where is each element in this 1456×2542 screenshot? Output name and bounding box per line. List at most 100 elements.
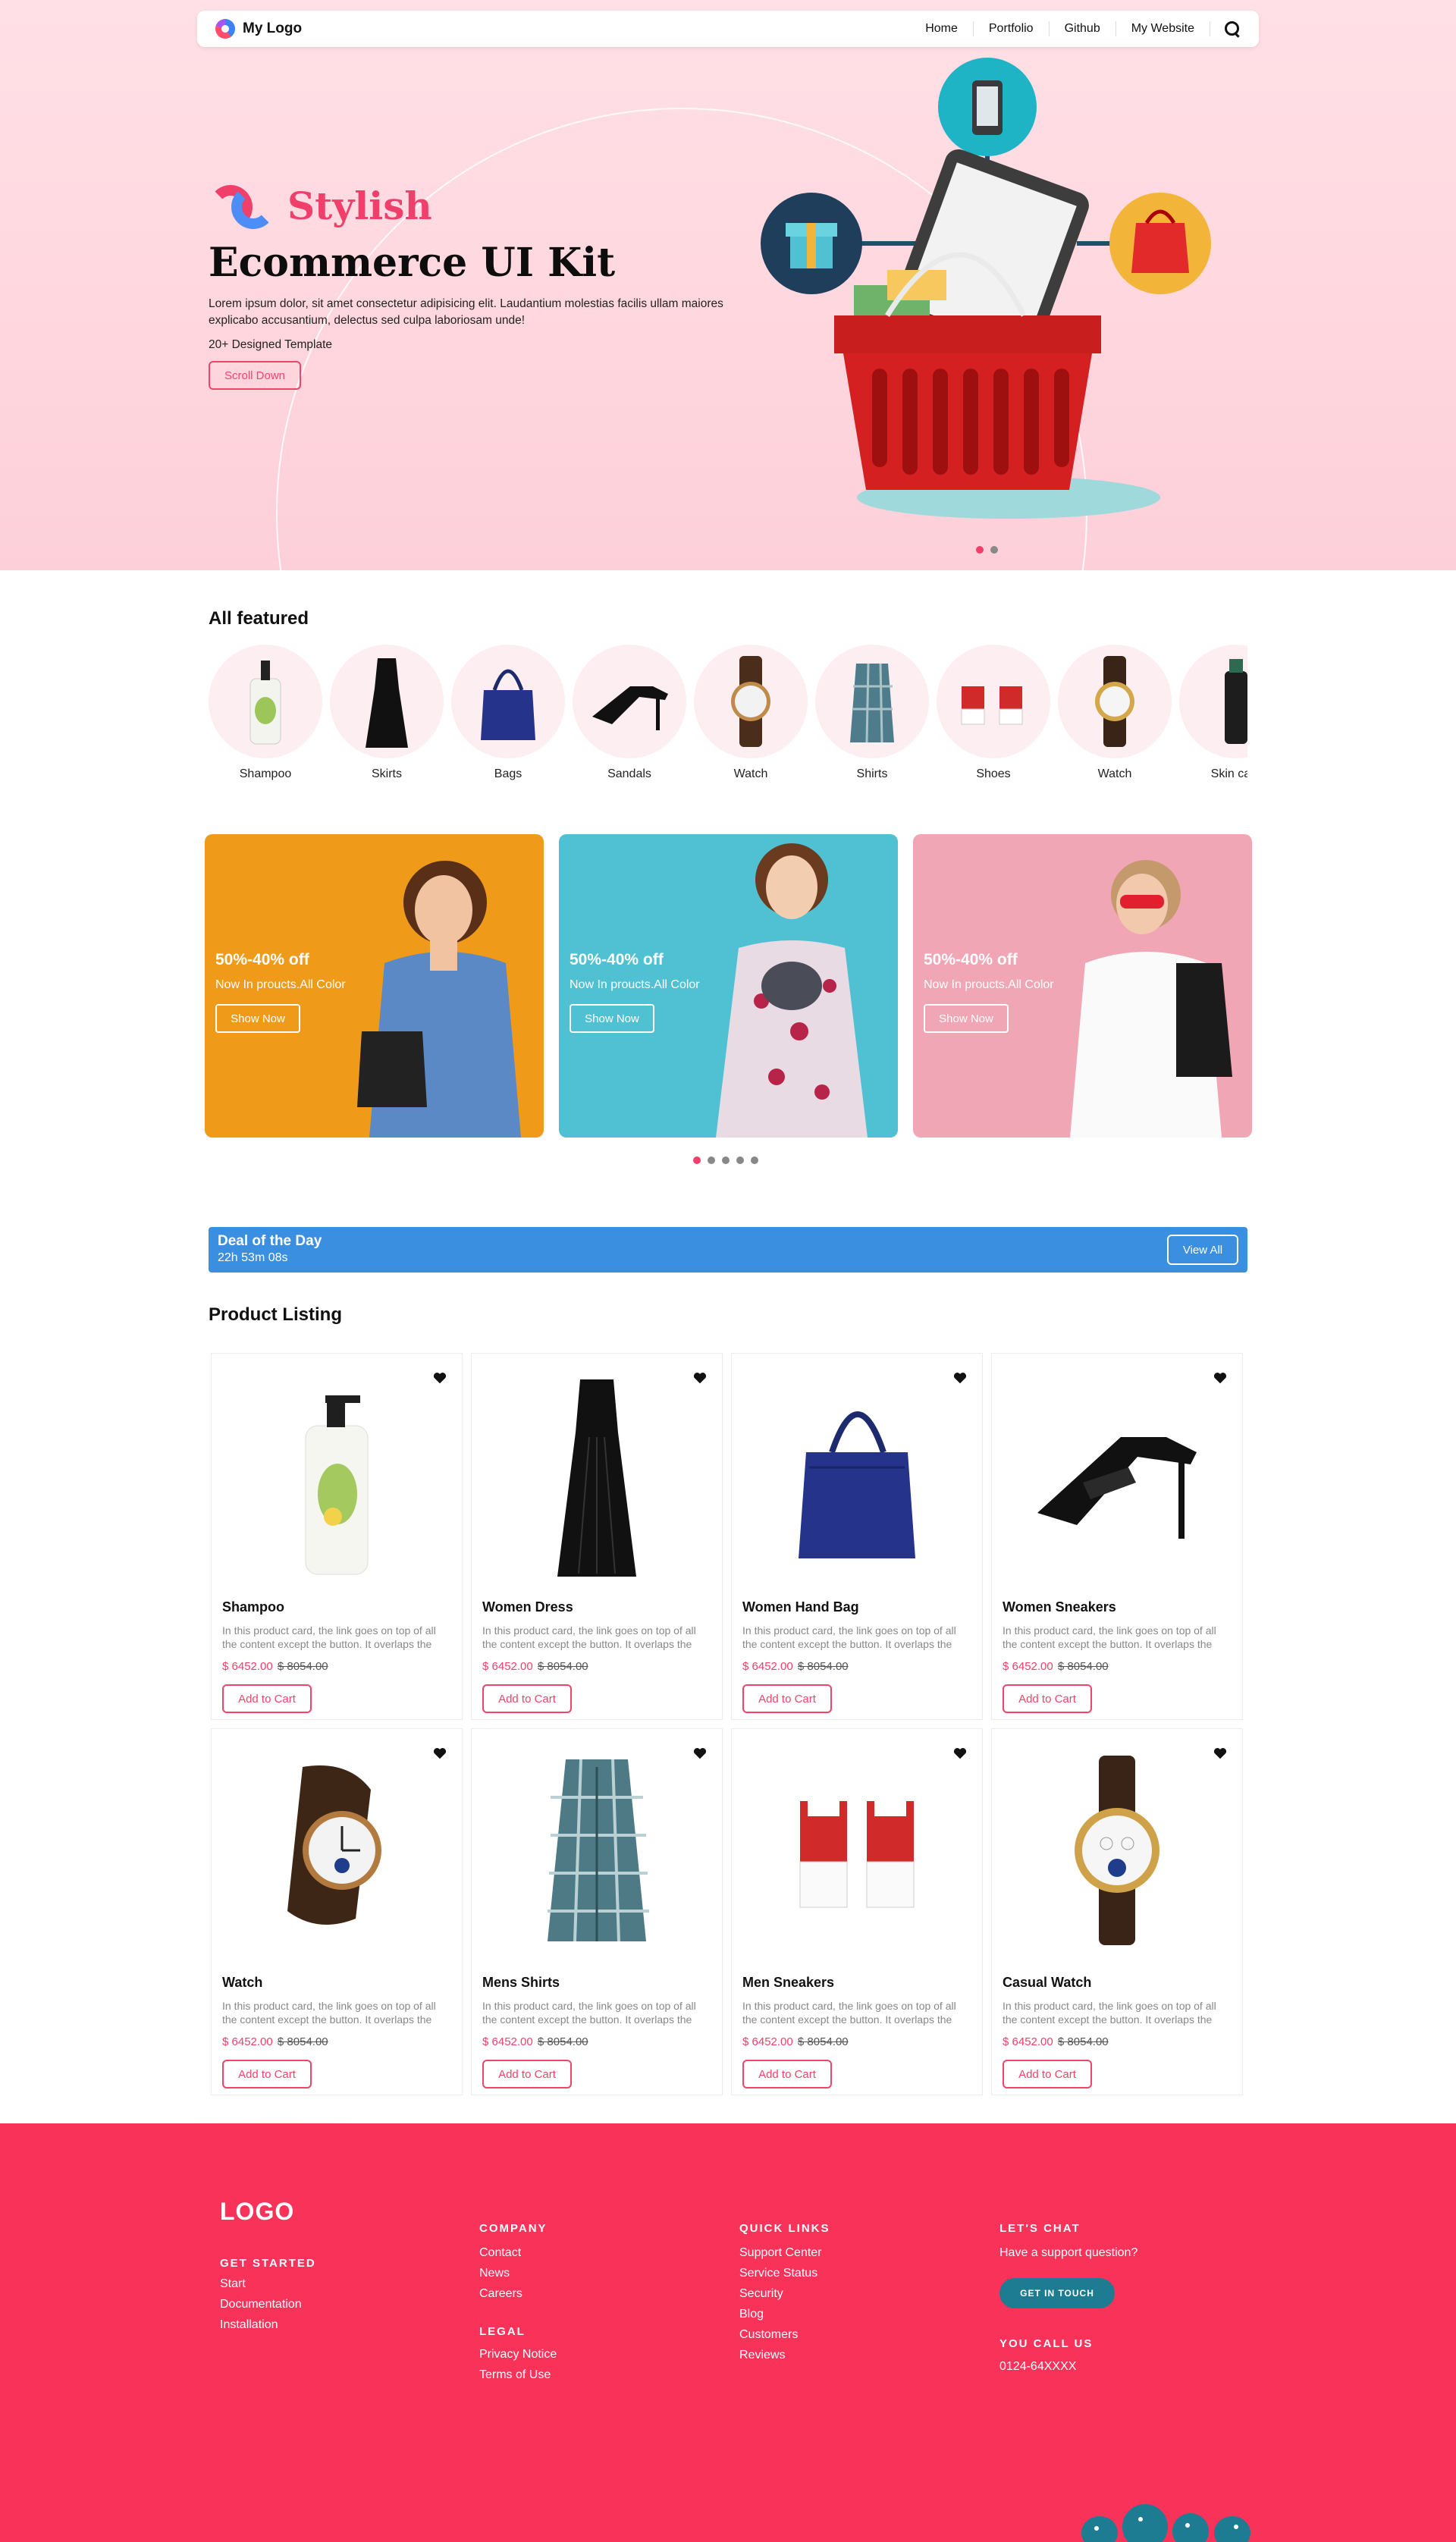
nav-link-github[interactable]: Github	[1050, 21, 1116, 36]
show-now-button[interactable]: Show Now	[924, 1004, 1009, 1033]
promo-subtext: Now In proucts.All Color	[215, 978, 346, 991]
footer-link-customers[interactable]: Customers	[739, 2324, 822, 2345]
footer-link-start[interactable]: Start	[220, 2274, 302, 2294]
product-card[interactable]: Casual Watch In this product card, the l…	[991, 1728, 1243, 2095]
show-now-button[interactable]: Show Now	[215, 1004, 300, 1033]
featured-item[interactable]: Skin care	[1179, 645, 1247, 789]
shampoo-icon	[249, 661, 281, 745]
footer-logo[interactable]: LOGO	[220, 2198, 294, 2226]
old-price: $ 8054.00	[277, 1660, 328, 1673]
footer-link-terms[interactable]: Terms of Use	[479, 2365, 557, 2385]
promo-dot-5[interactable]	[751, 1156, 758, 1164]
product-grid: Shampoo In this product card, the link g…	[211, 1353, 1245, 2095]
heart-icon[interactable]	[1213, 1747, 1227, 1759]
featured-item[interactable]: Watch	[1058, 645, 1172, 789]
promo-dot-3[interactable]	[722, 1156, 730, 1164]
heart-icon[interactable]	[953, 1747, 967, 1759]
watch-icon	[731, 656, 770, 747]
product-name: Mens Shirts	[482, 1975, 560, 1990]
search-icon[interactable]	[1224, 20, 1241, 37]
featured-item[interactable]: Shirts	[815, 645, 929, 789]
nav-link-my-website[interactable]: My Website	[1116, 21, 1210, 36]
footer-link-careers[interactable]: Careers	[479, 2283, 522, 2304]
featured-item[interactable]: Shoes	[937, 645, 1050, 789]
old-price: $ 8054.00	[797, 1660, 849, 1673]
add-to-cart-button[interactable]: Add to Cart	[482, 1684, 572, 1713]
footer-link-blog[interactable]: Blog	[739, 2304, 822, 2324]
footer-legal-list: Privacy Notice Terms of Use	[479, 2344, 557, 2385]
product-card[interactable]: Women Sneakers In this product card, the…	[991, 1353, 1243, 1720]
product-name: Women Hand Bag	[742, 1599, 859, 1615]
product-price: $ 6452.00 $ 8054.00	[222, 1660, 328, 1673]
product-price: $ 6452.00 $ 8054.00	[742, 2035, 849, 2048]
product-price: $ 6452.00 $ 8054.00	[742, 1660, 849, 1673]
old-price: $ 8054.00	[537, 2035, 588, 2048]
footer-link-security[interactable]: Security	[739, 2283, 822, 2304]
footer-mascots-illustration	[1081, 2504, 1250, 2542]
footer-link-privacy[interactable]: Privacy Notice	[479, 2344, 557, 2365]
heart-icon[interactable]	[953, 1372, 967, 1384]
featured-item[interactable]: Watch	[694, 645, 808, 789]
heart-icon[interactable]	[433, 1372, 447, 1384]
product-name: Men Sneakers	[742, 1975, 835, 1990]
footer-link-news[interactable]: News	[479, 2263, 522, 2283]
product-card[interactable]: Women Dress In this product card, the li…	[471, 1353, 723, 1720]
featured-item[interactable]: Sandals	[573, 645, 686, 789]
product-description: In this product card, the link goes on t…	[1003, 2000, 1216, 2026]
bag-icon	[481, 669, 535, 740]
shampoo-icon	[305, 1395, 369, 1575]
current-price: $ 6452.00	[222, 1660, 273, 1673]
brand-name: My Logo	[243, 20, 303, 36]
footer-link-contact[interactable]: Contact	[479, 2242, 522, 2263]
hero-subtitle: 20+ Designed Template	[209, 338, 333, 351]
footer-link-reviews[interactable]: Reviews	[739, 2345, 822, 2365]
featured-item[interactable]: Bags	[451, 645, 565, 789]
heart-icon[interactable]	[433, 1747, 447, 1759]
current-price: $ 6452.00	[222, 2035, 273, 2048]
product-description: In this product card, the link goes on t…	[222, 2000, 436, 2026]
featured-label: Skirts	[372, 767, 402, 780]
promo-heading: 50%-40% off	[924, 951, 1018, 968]
show-now-button[interactable]: Show Now	[570, 1004, 654, 1033]
heart-icon[interactable]	[693, 1747, 707, 1759]
add-to-cart-button[interactable]: Add to Cart	[482, 2060, 572, 2089]
footer-quick-links-list: Support Center Service Status Security B…	[739, 2242, 822, 2365]
promo-dot-2[interactable]	[708, 1156, 715, 1164]
brand-logo[interactable]: My Logo	[215, 19, 302, 39]
featured-item[interactable]: Skirts	[330, 645, 444, 789]
add-to-cart-button[interactable]: Add to Cart	[1003, 2060, 1092, 2089]
heart-icon[interactable]	[1213, 1372, 1227, 1384]
promo-card: 50%-40% off Now In proucts.All Color Sho…	[205, 834, 544, 1138]
view-all-button[interactable]: View All	[1167, 1235, 1238, 1265]
promo-card: 50%-40% off Now In proucts.All Color Sho…	[559, 834, 898, 1138]
promo-dot-4[interactable]	[736, 1156, 744, 1164]
nav-link-home[interactable]: Home	[910, 21, 974, 36]
footer-call-heading: YOU CALL US	[999, 2337, 1094, 2350]
footer-company-list: Contact News Careers	[479, 2242, 522, 2304]
product-card[interactable]: Men Sneakers In this product card, the l…	[731, 1728, 983, 2095]
watch-icon	[287, 1765, 381, 1925]
footer-link-installation[interactable]: Installation	[220, 2314, 302, 2335]
add-to-cart-button[interactable]: Add to Cart	[222, 1684, 312, 1713]
footer-link-service-status[interactable]: Service Status	[739, 2263, 822, 2283]
hero-dot-1[interactable]	[976, 546, 984, 554]
nav-link-portfolio[interactable]: Portfolio	[974, 21, 1050, 36]
promo-dot-1[interactable]	[693, 1156, 701, 1164]
add-to-cart-button[interactable]: Add to Cart	[742, 1684, 832, 1713]
add-to-cart-button[interactable]: Add to Cart	[742, 2060, 832, 2089]
product-card[interactable]: Mens Shirts In this product card, the li…	[471, 1728, 723, 2095]
scroll-down-button[interactable]: Scroll Down	[209, 361, 301, 390]
add-to-cart-button[interactable]: Add to Cart	[1003, 1684, 1092, 1713]
current-price: $ 6452.00	[482, 2035, 533, 2048]
get-in-touch-button[interactable]: GET IN TOUCH	[999, 2278, 1115, 2308]
featured-item[interactable]: Shampoo	[209, 645, 322, 789]
hero-dot-2[interactable]	[990, 546, 998, 554]
product-card[interactable]: Shampoo In this product card, the link g…	[211, 1353, 463, 1720]
product-card[interactable]: Women Hand Bag In this product card, the…	[731, 1353, 983, 1720]
heart-icon[interactable]	[693, 1372, 707, 1384]
footer-link-documentation[interactable]: Documentation	[220, 2294, 302, 2314]
footer-link-support-center[interactable]: Support Center	[739, 2242, 822, 2263]
product-card[interactable]: Watch In this product card, the link goe…	[211, 1728, 463, 2095]
old-price: $ 8054.00	[277, 2035, 328, 2048]
add-to-cart-button[interactable]: Add to Cart	[222, 2060, 312, 2089]
